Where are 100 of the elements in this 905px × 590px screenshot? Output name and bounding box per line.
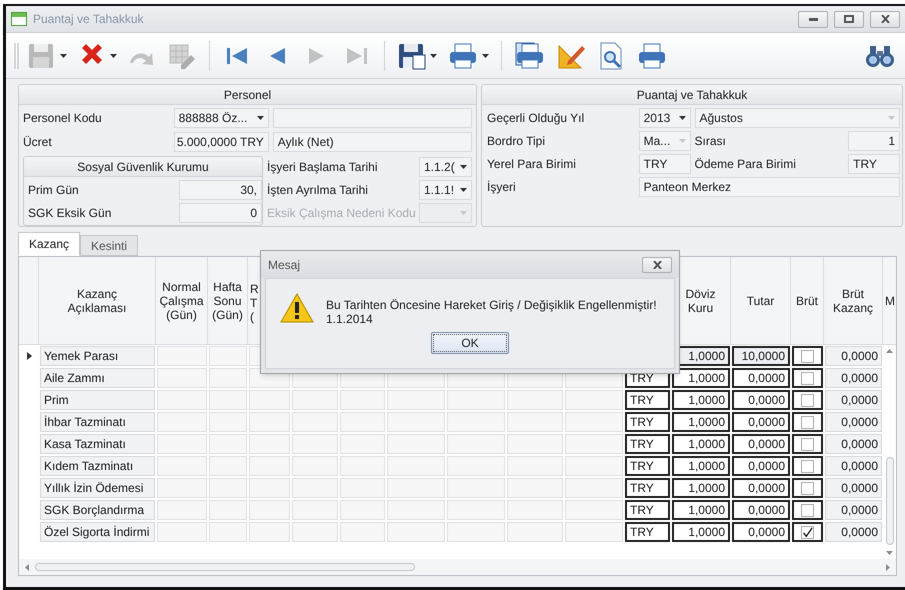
table-cell xyxy=(507,522,563,542)
table-cell: 1,0000 xyxy=(672,478,730,498)
amount-field[interactable]: 5.000,0000 TRY xyxy=(174,132,269,152)
table-cell xyxy=(292,478,338,498)
number-field[interactable]: 30, xyxy=(179,180,262,200)
table-cell xyxy=(292,434,338,454)
table-cell: 0,0000 xyxy=(732,522,790,542)
tab[interactable]: Kesinti xyxy=(80,235,138,256)
scroll-left-arrow-icon[interactable] xyxy=(25,564,29,570)
checkbox[interactable] xyxy=(801,526,814,538)
currency-field[interactable]: TRY xyxy=(848,154,900,174)
scroll-down-arrow-icon[interactable] xyxy=(886,551,893,555)
table-cell xyxy=(249,478,290,498)
table-cell xyxy=(249,390,290,410)
field-label: Bordro Tipi xyxy=(487,133,546,150)
tab[interactable]: Kazanç xyxy=(18,232,80,256)
close-button[interactable] xyxy=(642,256,672,272)
dropdown[interactable] xyxy=(419,203,472,223)
scroll-right-arrow-icon[interactable] xyxy=(886,564,890,570)
table-cell xyxy=(565,522,623,542)
dropdown[interactable]: Ağustos xyxy=(694,108,900,128)
checkbox[interactable] xyxy=(801,460,814,472)
checkbox[interactable] xyxy=(801,394,814,406)
table-cell: 1,0000 xyxy=(672,522,730,542)
text-field[interactable]: Panteon Merkez xyxy=(638,177,900,197)
table-cell xyxy=(157,346,207,366)
table-cell xyxy=(157,390,207,410)
scroll-up-arrow-icon[interactable] xyxy=(886,349,893,353)
table-cell xyxy=(209,412,247,432)
column-header[interactable]: Brüt xyxy=(791,257,824,345)
table-cell xyxy=(387,456,445,476)
printer-icon[interactable] xyxy=(636,40,668,70)
printer-icon[interactable] xyxy=(514,40,546,70)
table-cell: İhbar Tazminatı xyxy=(40,412,155,432)
table-cell: 0,0000 xyxy=(825,522,882,542)
horizontal-scrollbar[interactable] xyxy=(19,559,896,575)
table-cell xyxy=(565,478,623,498)
table-cell xyxy=(340,412,385,432)
table-cell: 0,0000 xyxy=(825,390,882,410)
number-field[interactable]: 1 xyxy=(848,131,900,151)
column-header[interactable]: M xyxy=(883,257,896,345)
dropdown-arrow-icon xyxy=(482,54,489,58)
dropdown-arrow-icon xyxy=(460,211,467,215)
minimize-button[interactable] xyxy=(798,10,828,28)
table-cell xyxy=(209,500,247,520)
column-header[interactable]: Normal Çalışma (Gün) xyxy=(156,257,208,345)
table-cell xyxy=(507,390,563,410)
table-cell: TRY xyxy=(625,456,670,476)
checkbox[interactable] xyxy=(801,438,814,450)
table-cell xyxy=(249,500,290,520)
text-field[interactable]: Aylık (Net) xyxy=(272,132,472,152)
maximize-button[interactable] xyxy=(834,10,864,28)
column-header[interactable] xyxy=(19,257,39,345)
dropdown[interactable]: 2013 xyxy=(638,108,690,128)
column-header[interactable]: Kazanç Açıklaması xyxy=(39,257,156,345)
text-field[interactable] xyxy=(272,108,472,128)
table-cell: 0,0000 xyxy=(825,478,882,498)
table-cell xyxy=(387,412,445,432)
checkbox[interactable] xyxy=(801,416,814,428)
dialog-title: Mesaj xyxy=(268,256,300,274)
close-button[interactable] xyxy=(870,10,900,28)
table-cell xyxy=(447,412,505,432)
table-cell xyxy=(565,500,623,520)
grip-icon[interactable] xyxy=(14,42,19,68)
ok-button[interactable]: OK xyxy=(431,332,509,354)
dropdown[interactable]: Ma... xyxy=(638,131,690,151)
checkbox[interactable] xyxy=(801,504,814,516)
table-cell: 1,0000 xyxy=(672,412,730,432)
table-cell xyxy=(209,434,247,454)
dropdown-arrow-icon xyxy=(430,54,437,58)
field-label: Yerel Para Birimi xyxy=(487,156,577,173)
table-cell xyxy=(157,478,207,498)
dropdown[interactable]: 1.1.2( xyxy=(419,157,472,177)
checkbox[interactable] xyxy=(801,482,814,494)
checkbox[interactable] xyxy=(801,350,814,362)
currency-field[interactable]: TRY xyxy=(638,154,690,174)
table-cell xyxy=(507,478,563,498)
table-cell xyxy=(387,500,445,520)
column-header[interactable]: Tutar xyxy=(731,257,791,345)
table-cell xyxy=(340,478,385,498)
table-cell xyxy=(340,434,385,454)
printer-icon[interactable] xyxy=(447,40,479,70)
table-cell xyxy=(292,500,338,520)
maximize-icon xyxy=(844,15,854,23)
table-cell xyxy=(157,522,207,542)
table-cell: 0,0000 xyxy=(825,412,882,432)
column-header[interactable]: Hafta Sonu (Gün) xyxy=(208,257,248,345)
table-cell xyxy=(157,456,207,476)
table-cell xyxy=(507,456,563,476)
dialog-message: Bu Tarihten Öncesine Hareket Giriş / Değişiklik Engellenmiştir! xyxy=(326,298,657,312)
dropdown[interactable]: 888888 Öz... xyxy=(174,108,269,128)
table-cell: 1,0000 xyxy=(672,390,730,410)
table-cell: TRY xyxy=(625,390,670,410)
table-cell xyxy=(447,522,505,542)
checkbox[interactable] xyxy=(801,372,814,384)
number-field[interactable]: 0 xyxy=(179,203,262,223)
dropdown[interactable]: 1.1.1! xyxy=(419,180,472,200)
column-header[interactable]: Brüt Kazanç xyxy=(824,257,883,345)
field-label: Prim Gün xyxy=(28,182,80,199)
table-cell xyxy=(447,478,505,498)
